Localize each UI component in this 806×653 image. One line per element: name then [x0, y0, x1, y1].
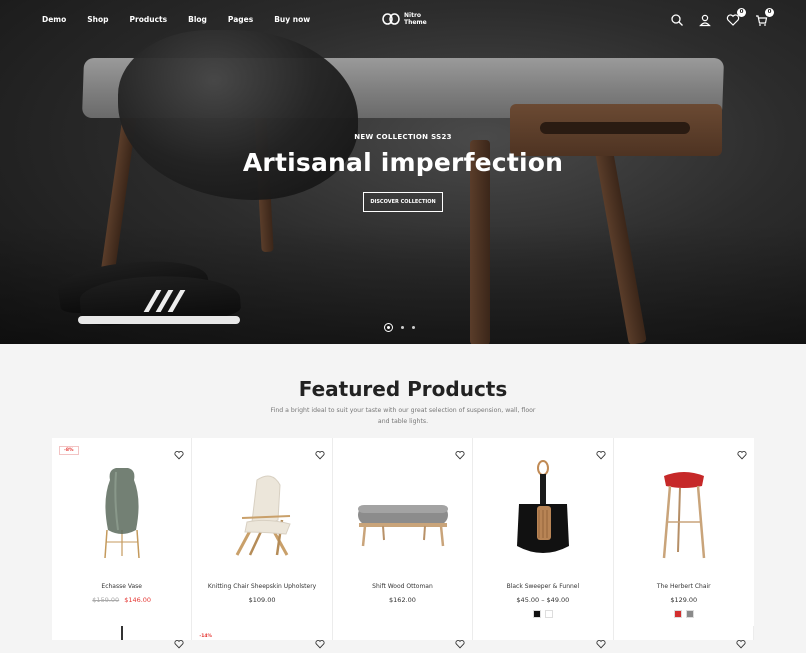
- product-price: $129.00: [670, 596, 698, 604]
- heart-icon[interactable]: [315, 634, 325, 649]
- hero-title: Artisanal imperfection: [242, 148, 564, 177]
- product-card[interactable]: [613, 626, 754, 649]
- color-swatches: [473, 610, 612, 618]
- product-grid-row-2: -14%: [52, 626, 754, 649]
- nav-link-demo[interactable]: Demo: [42, 15, 66, 24]
- wishlist-count-badge: 0: [737, 8, 746, 17]
- product-name[interactable]: The Herbert Chair: [614, 583, 754, 590]
- old-price: $159.00: [92, 596, 120, 604]
- hero-kicker: NEW COLLECTION SS23: [354, 133, 452, 141]
- slider-dot-1[interactable]: [384, 323, 393, 332]
- heart-icon[interactable]: [736, 634, 746, 649]
- nav-links: Demo Shop Products Blog Pages Buy now: [42, 15, 331, 24]
- sneaker-sole: [78, 316, 240, 324]
- product-price: $109.00: [248, 596, 276, 604]
- vase-image: [104, 468, 140, 559]
- cart-count-badge: 0: [765, 8, 774, 17]
- product-card[interactable]: Knitting Chair Sheepskin Upholstery $109…: [192, 438, 333, 628]
- swatch-grey[interactable]: [685, 610, 694, 618]
- product-card[interactable]: The Herbert Chair $129.00: [613, 438, 754, 628]
- heart-icon[interactable]: [455, 634, 465, 649]
- ottoman-image: [357, 505, 448, 547]
- slider-dot-2[interactable]: [401, 326, 404, 329]
- product-name[interactable]: Black Sweeper & Funnel: [473, 583, 612, 590]
- sale-badge: -14%: [199, 634, 213, 639]
- slider-dot-3[interactable]: [412, 326, 415, 329]
- top-navigation: Demo Shop Products Blog Pages Buy now Ni…: [0, 0, 806, 40]
- nav-link-shop[interactable]: Shop: [87, 15, 108, 24]
- product-name[interactable]: Shift Wood Ottoman: [333, 583, 472, 590]
- sweeper-image: [517, 460, 570, 553]
- nav-link-pages[interactable]: Pages: [228, 15, 253, 24]
- swatch-red[interactable]: [673, 610, 682, 618]
- product-card[interactable]: Black Sweeper & Funnel $45.00 – $49.00: [473, 438, 614, 628]
- site-logo[interactable]: Nitro Theme: [382, 12, 427, 26]
- product-price: $45.00 – $49.00: [516, 596, 570, 604]
- sale-badge: -8%: [59, 446, 79, 455]
- product-grid: -8% Echasse Vase $159.00 $146.00 Knittin…: [52, 438, 754, 628]
- section-subtitle: Find a bright ideal to suit your taste w…: [270, 407, 536, 425]
- logo-line-1: Nitro: [404, 12, 422, 19]
- search-icon[interactable]: [670, 12, 684, 26]
- nav-link-products[interactable]: Products: [130, 15, 168, 24]
- product-card[interactable]: [332, 626, 474, 649]
- color-swatches: [614, 610, 754, 618]
- product-card[interactable]: Shift Wood Ottoman $162.00: [332, 438, 474, 628]
- account-icon[interactable]: [698, 12, 712, 27]
- logo-text: Nitro Theme: [404, 12, 427, 26]
- heart-icon[interactable]: [737, 445, 747, 460]
- sale-price: $146.00: [124, 596, 152, 604]
- product-card[interactable]: [52, 626, 193, 649]
- product-card[interactable]: [473, 626, 614, 649]
- chair-image: [236, 475, 292, 556]
- section-title: Featured Products: [298, 377, 508, 401]
- slider-dots: [384, 323, 415, 332]
- product-card[interactable]: -8% Echasse Vase $159.00 $146.00: [52, 438, 193, 628]
- cart-icon[interactable]: 0: [754, 8, 774, 26]
- heart-icon[interactable]: [596, 445, 606, 460]
- heart-icon[interactable]: [174, 445, 184, 460]
- swatch-white[interactable]: [544, 610, 553, 618]
- product-price: $162.00: [389, 596, 416, 604]
- product-price: $159.00 $146.00: [52, 596, 191, 604]
- discover-collection-button[interactable]: DISCOVER COLLECTION: [363, 192, 443, 212]
- logo-icon: [382, 13, 400, 25]
- product-name[interactable]: Knitting Chair Sheepskin Upholstery: [192, 583, 331, 590]
- wishlist-icon[interactable]: 0: [726, 8, 746, 26]
- hero-banner: Demo Shop Products Blog Pages Buy now Ni…: [0, 0, 806, 344]
- heart-icon[interactable]: [315, 445, 325, 460]
- lamp-pole-image: [121, 626, 123, 640]
- product-card[interactable]: -14%: [192, 626, 333, 649]
- featured-products-section: Featured Products Find a bright ideal to…: [0, 344, 806, 640]
- swatch-black[interactable]: [532, 610, 541, 618]
- heart-icon[interactable]: [174, 634, 184, 649]
- heart-icon[interactable]: [596, 634, 606, 649]
- heart-icon[interactable]: [455, 445, 465, 460]
- nav-link-buy-now[interactable]: Buy now: [274, 15, 310, 24]
- logo-line-2: Theme: [404, 19, 427, 26]
- nav-icons: 0 0: [670, 8, 774, 27]
- nav-link-blog[interactable]: Blog: [188, 15, 207, 24]
- stool-image: [662, 472, 705, 559]
- product-name[interactable]: Echasse Vase: [52, 583, 191, 590]
